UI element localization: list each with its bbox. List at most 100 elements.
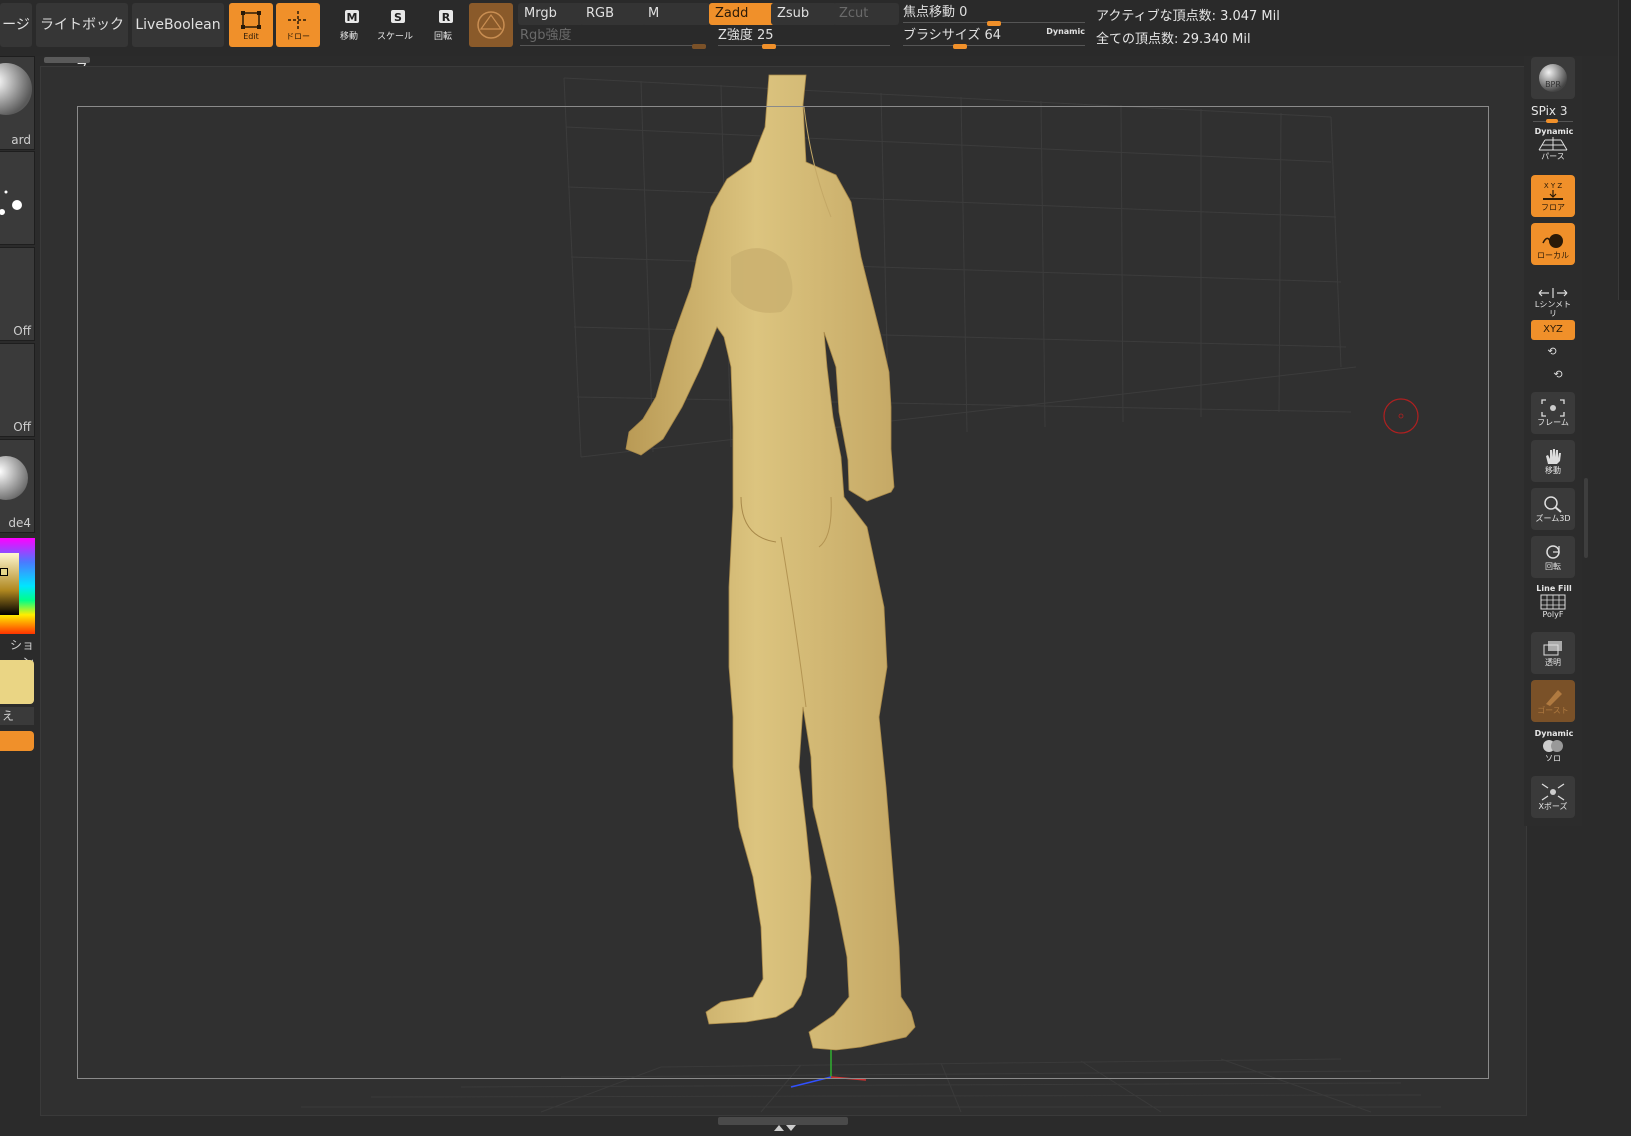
rotate-view-label: 回転	[1545, 562, 1561, 571]
draw-label: ドロー	[286, 32, 310, 41]
lsym-button[interactable]: Lシンメトリ	[1531, 272, 1575, 318]
scale-icon: S	[391, 10, 405, 24]
frame-label: フレーム	[1537, 418, 1569, 427]
bpr-label: BPR	[1545, 80, 1561, 89]
persp-grid-icon	[1538, 137, 1568, 151]
total-points-readout: 全ての頂点数: 29.340 Mil	[1096, 32, 1251, 47]
zoom-magnifier-icon	[1544, 496, 1562, 513]
z-rotate-button[interactable]: ⟲	[1551, 368, 1565, 382]
rotate-view-icon	[1546, 545, 1560, 559]
floor-icon: X Y Z	[1543, 182, 1563, 200]
floor-label: フロア	[1541, 203, 1565, 212]
xyz-rotate-button[interactable]: XYZ	[1531, 320, 1575, 340]
bpr-button[interactable]: BPR	[1531, 57, 1575, 99]
material-sphere-icon	[0, 456, 28, 500]
zoom3d-button[interactable]: ズーム3D	[1531, 488, 1575, 530]
switch-color-button[interactable]: え	[0, 707, 34, 725]
page-tab-button[interactable]: ージ	[0, 3, 32, 47]
z-intensity-slider[interactable]: Z強度 25	[718, 25, 890, 49]
persp-label: パース	[1541, 152, 1565, 161]
floor-button[interactable]: X Y Z フロア	[1531, 175, 1575, 217]
rotate-label: 回転	[433, 32, 452, 42]
spix-label: SPix 3	[1531, 104, 1568, 118]
polyf-button[interactable]: PolyF	[1531, 592, 1575, 624]
move-label: 移動	[339, 32, 358, 42]
active-points-readout: アクティブな頂点数: 3.047 Mil	[1096, 9, 1280, 24]
top-toolbar: ージ ライトボックス LiveBoolean Edit ドロー M 移動 S ス…	[0, 0, 1631, 77]
alpha-slot[interactable]: Off	[0, 247, 35, 341]
material-slot[interactable]: de4	[0, 439, 35, 533]
rotate-tool-button[interactable]: R 回転	[423, 8, 463, 48]
solo-label: ソロ	[1545, 754, 1561, 763]
draw-icon	[288, 11, 308, 29]
bottom-tray-handle[interactable]	[718, 1117, 848, 1131]
xpose-button[interactable]: Xポーズ	[1531, 776, 1575, 818]
move-view-label: 移動	[1545, 466, 1561, 475]
material-label: de4	[8, 516, 31, 530]
xpose-label: Xポーズ	[1538, 802, 1568, 811]
dynamic-label[interactable]: Dynamic	[1046, 21, 1085, 43]
zadd-button[interactable]: Zadd	[709, 3, 775, 25]
color-picker[interactable]	[0, 538, 35, 634]
brush-size-track	[903, 45, 1085, 46]
bpr-sphere-icon: BPR	[1539, 64, 1567, 92]
z-intensity-track	[718, 45, 890, 46]
right-tray-scroll[interactable]	[1584, 478, 1588, 558]
spix-slider[interactable]: SPix 3	[1531, 104, 1579, 123]
frame-button[interactable]: フレーム	[1531, 392, 1575, 434]
move-key-glyph: M	[347, 11, 358, 24]
move-icon: M	[345, 10, 359, 24]
frame-icon	[1541, 399, 1565, 417]
transp-label: 透明	[1545, 658, 1561, 667]
rgb-intensity-knob[interactable]	[692, 44, 706, 49]
right-tray-edge[interactable]	[1618, 0, 1631, 300]
material-sphere-icon	[477, 11, 505, 39]
scale-tool-button[interactable]: S スケール	[375, 8, 415, 48]
color-cursor[interactable]	[0, 568, 8, 576]
rotate-icon: R	[439, 10, 453, 24]
main-color-swatch[interactable]	[0, 660, 34, 704]
color-label: ション	[9, 638, 34, 669]
persp-button[interactable]: パース	[1531, 133, 1575, 167]
edit-button[interactable]: Edit	[229, 3, 273, 47]
z-intensity-knob[interactable]	[762, 44, 776, 49]
brush-sphere-icon	[0, 63, 32, 115]
spix-knob[interactable]	[1546, 119, 1558, 123]
zsub-button[interactable]: Zsub	[771, 3, 837, 25]
stroke-dots-icon	[0, 190, 22, 215]
rotate-key-glyph: R	[442, 11, 451, 24]
y-rotate-button[interactable]: ⟲	[1545, 345, 1559, 359]
ghost-label: ゴースト	[1537, 706, 1569, 715]
ghost-button[interactable]: ゴースト	[1531, 680, 1575, 722]
m-button[interactable]: M	[642, 3, 710, 25]
brush-size-knob[interactable]	[953, 44, 967, 49]
liveboolean-button[interactable]: LiveBoolean	[132, 3, 224, 47]
tray-handle[interactable]	[44, 57, 90, 63]
move-view-button[interactable]: 移動	[1531, 440, 1575, 482]
brush-slot[interactable]: ard	[0, 56, 35, 150]
move-tool-button[interactable]: M 移動	[329, 8, 369, 48]
draw-button[interactable]: ドロー	[276, 3, 320, 47]
color-sv-square[interactable]	[0, 553, 19, 615]
brush-size-slider[interactable]: ブラシサイズ 64 Dynamic	[903, 25, 1085, 49]
mrgb-button[interactable]: Mrgb	[518, 3, 584, 25]
scale-key-glyph: S	[394, 11, 402, 24]
texture-slot[interactable]: Off	[0, 343, 35, 437]
transp-button[interactable]: 透明	[1531, 632, 1575, 674]
xpose-icon	[1541, 783, 1565, 801]
edit-icon	[241, 11, 261, 29]
zcut-button[interactable]: Zcut	[833, 3, 899, 25]
local-button[interactable]: ローカル	[1531, 223, 1575, 265]
rgb-intensity-slider[interactable]: Rgb強度	[520, 25, 706, 49]
rgb-intensity-track	[520, 45, 706, 46]
solo-button[interactable]: ソロ	[1531, 735, 1575, 769]
alpha-label: Off	[13, 324, 31, 338]
material-swatch-button[interactable]	[469, 3, 513, 47]
lightbox-button[interactable]: ライトボックス	[36, 3, 128, 77]
rgb-button[interactable]: RGB	[580, 3, 646, 25]
local-label: ローカル	[1537, 251, 1569, 260]
rotate-view-button[interactable]: 回転	[1531, 536, 1575, 578]
stroke-slot[interactable]	[0, 151, 35, 245]
ghost-icon	[1546, 690, 1562, 706]
fill-object-button[interactable]	[0, 731, 34, 751]
